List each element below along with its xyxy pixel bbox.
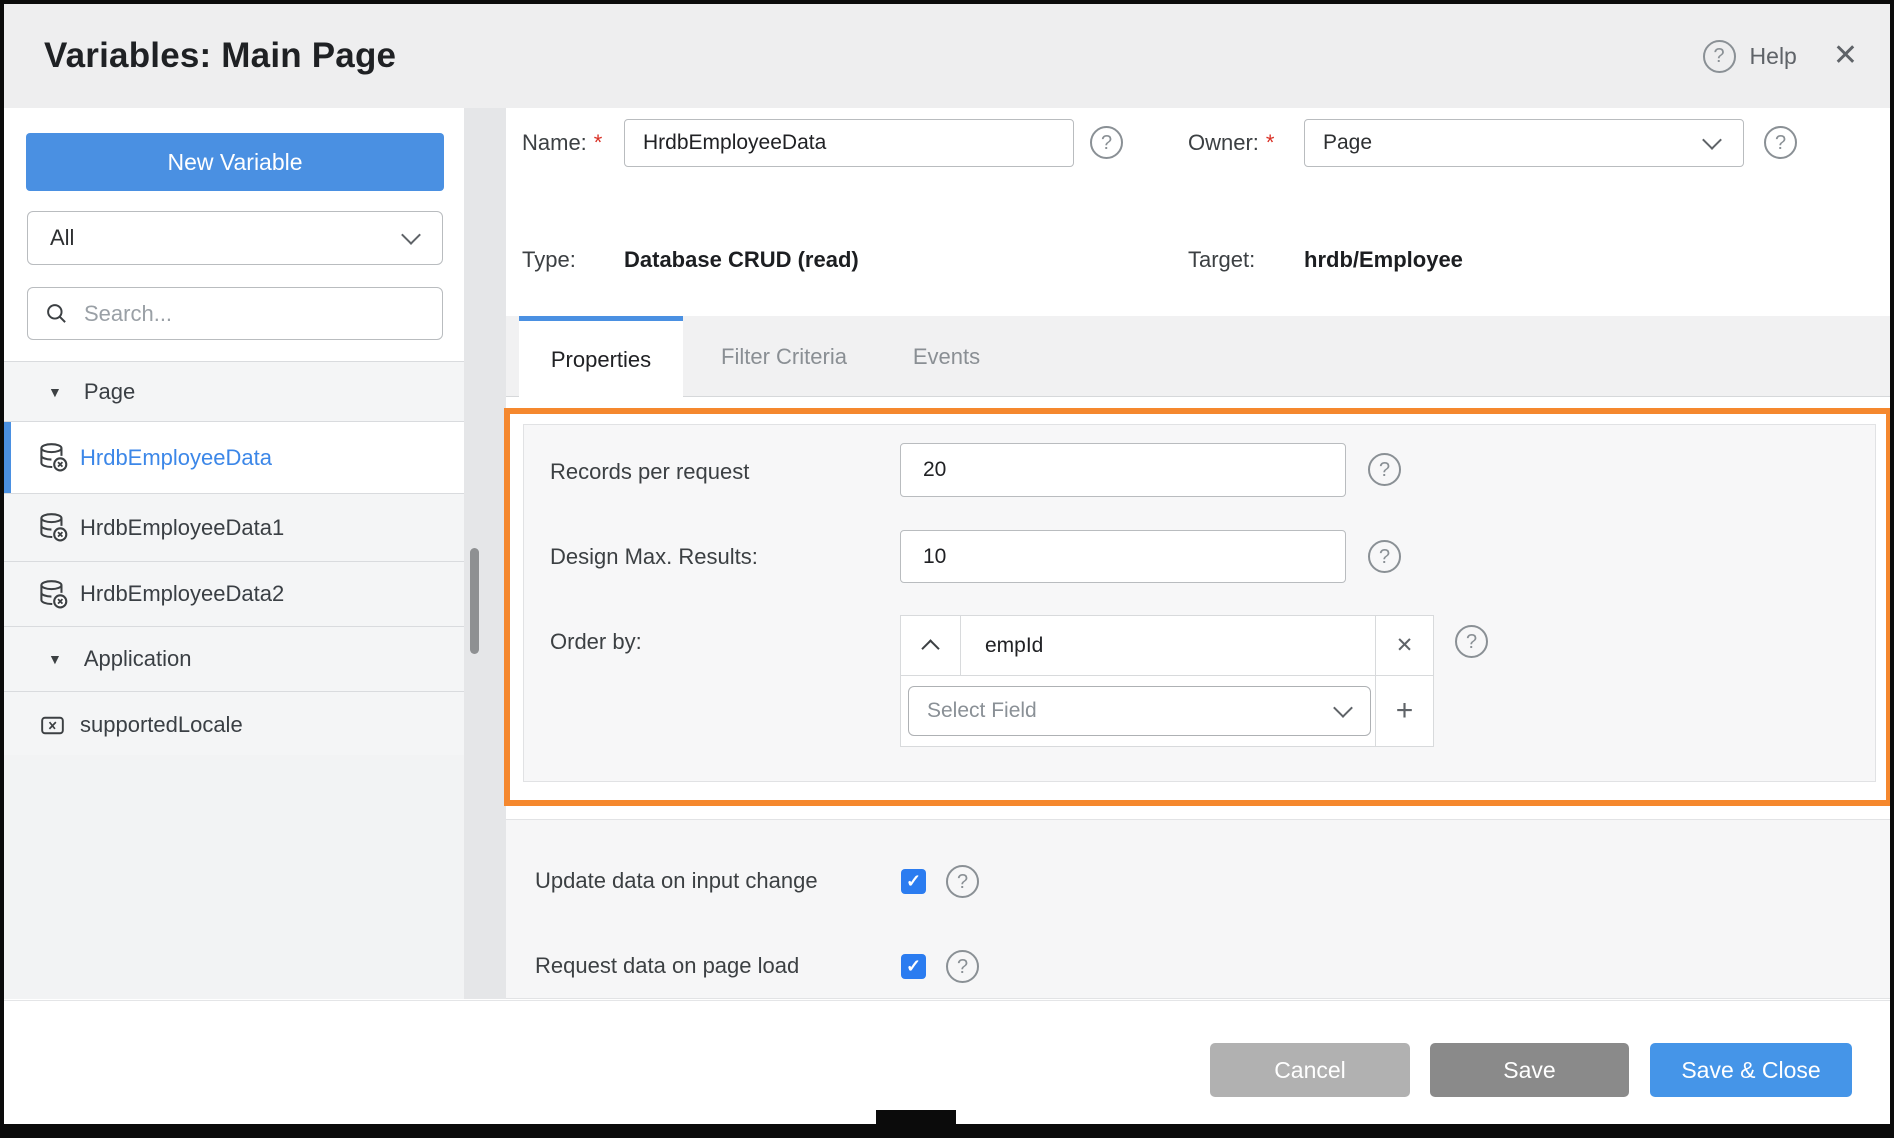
required-asterisk: * bbox=[1266, 130, 1275, 156]
variables-dialog: Variables: Main Page ? Help ✕ New Variab… bbox=[0, 0, 1894, 1138]
records-per-request-input[interactable] bbox=[900, 443, 1346, 497]
order-by-row: empId ✕ bbox=[901, 616, 1433, 676]
request-on-load-help-icon[interactable]: ? bbox=[946, 950, 979, 983]
request-on-load-label: Request data on page load bbox=[535, 943, 799, 989]
update-on-input-checkbox[interactable]: ✓ bbox=[901, 869, 926, 894]
sort-direction-button[interactable] bbox=[901, 616, 961, 675]
sidebar-empty-area bbox=[4, 755, 464, 999]
tree-item-supportedlocale[interactable]: supportedLocale bbox=[4, 691, 464, 759]
name-help-icon[interactable]: ? bbox=[1090, 126, 1123, 159]
name-label: Name: * bbox=[522, 118, 602, 168]
name-input[interactable] bbox=[624, 119, 1074, 167]
tree-item-hrdbemployeedata1[interactable]: HrdbEmployeeData1 bbox=[4, 493, 464, 561]
order-by-control: empId ✕ Select Field + bbox=[900, 615, 1434, 747]
database-icon bbox=[37, 578, 71, 611]
database-icon bbox=[37, 511, 71, 544]
type-value: Database CRUD (read) bbox=[624, 236, 859, 284]
background-notch bbox=[876, 1110, 956, 1134]
sidebar-scrollbar-track[interactable] bbox=[464, 108, 506, 999]
select-field-dropdown[interactable]: Select Field bbox=[908, 686, 1371, 736]
remove-order-field-button[interactable]: ✕ bbox=[1375, 616, 1433, 675]
update-on-input-help-icon[interactable]: ? bbox=[946, 865, 979, 898]
type-label: Type: bbox=[522, 236, 576, 284]
save-button[interactable]: Save bbox=[1430, 1043, 1629, 1097]
tab-filter-criteria[interactable]: Filter Criteria bbox=[704, 316, 864, 397]
cancel-button[interactable]: Cancel bbox=[1210, 1043, 1410, 1097]
sidebar-scrollbar-thumb[interactable] bbox=[470, 548, 479, 654]
search-input[interactable] bbox=[82, 300, 416, 328]
data-options-section: Update data on input change ✓ ? Request … bbox=[506, 819, 1894, 999]
order-by-field[interactable]: empId bbox=[961, 616, 1375, 675]
owner-select-value: Page bbox=[1323, 131, 1705, 155]
filter-select-value: All bbox=[50, 225, 404, 251]
variable-icon bbox=[37, 710, 71, 741]
chevron-down-icon bbox=[401, 225, 421, 245]
tree-group-application[interactable]: ▼ Application bbox=[4, 626, 464, 691]
triangle-down-icon: ▼ bbox=[48, 384, 62, 400]
order-by-add-row: Select Field + bbox=[901, 676, 1433, 746]
chevron-down-icon bbox=[1702, 130, 1722, 150]
tree-item-hrdbemployeedata2[interactable]: HrdbEmployeeData2 bbox=[4, 561, 464, 626]
tree-group-page[interactable]: ▼ Page bbox=[4, 361, 464, 421]
triangle-down-icon: ▼ bbox=[48, 651, 62, 667]
owner-help-icon[interactable]: ? bbox=[1764, 126, 1797, 159]
tab-events[interactable]: Events bbox=[894, 316, 999, 397]
help-icon[interactable]: ? bbox=[1703, 40, 1736, 73]
design-max-help-icon[interactable]: ? bbox=[1368, 540, 1401, 573]
chevron-up-icon bbox=[921, 639, 939, 657]
help-link[interactable]: Help bbox=[1750, 43, 1797, 70]
required-asterisk: * bbox=[594, 130, 603, 156]
owner-select[interactable]: Page bbox=[1304, 119, 1744, 167]
chevron-down-icon bbox=[1333, 698, 1353, 718]
tree-item-hrdbemployeedata[interactable]: HrdbEmployeeData bbox=[4, 421, 464, 493]
add-order-field-button[interactable]: + bbox=[1375, 676, 1433, 746]
search-icon bbox=[44, 301, 70, 327]
dialog-title: Variables: Main Page bbox=[44, 4, 396, 108]
save-and-close-button[interactable]: Save & Close bbox=[1650, 1043, 1852, 1097]
close-icon[interactable]: ✕ bbox=[1833, 41, 1858, 71]
new-variable-button[interactable]: New Variable bbox=[26, 133, 444, 191]
owner-label: Owner: * bbox=[1188, 118, 1274, 168]
order-by-label: Order by: bbox=[550, 617, 642, 667]
variable-search[interactable] bbox=[27, 287, 443, 340]
select-field-placeholder: Select Field bbox=[927, 699, 1336, 723]
request-on-load-checkbox[interactable]: ✓ bbox=[901, 954, 926, 979]
variables-sidebar: New Variable All ▼ Page bbox=[4, 108, 464, 999]
database-icon bbox=[37, 441, 71, 474]
dialog-header: Variables: Main Page ? Help ✕ bbox=[4, 4, 1890, 108]
design-max-results-input[interactable] bbox=[900, 530, 1346, 583]
variable-tree: ▼ Page HrdbEmployeeData bbox=[4, 361, 464, 759]
properties-panel: Records per request ? Design Max. Result… bbox=[523, 424, 1876, 782]
records-per-request-label: Records per request bbox=[550, 447, 749, 497]
target-value: hrdb/Employee bbox=[1304, 236, 1463, 284]
tab-properties[interactable]: Properties bbox=[519, 316, 683, 398]
order-by-help-icon[interactable]: ? bbox=[1455, 625, 1488, 658]
design-max-results-label: Design Max. Results: bbox=[550, 532, 758, 582]
target-label: Target: bbox=[1188, 236, 1255, 284]
records-help-icon[interactable]: ? bbox=[1368, 453, 1401, 486]
update-on-input-label: Update data on input change bbox=[535, 858, 818, 904]
header-actions: ? Help ✕ bbox=[1703, 4, 1858, 108]
variable-type-filter-select[interactable]: All bbox=[27, 211, 443, 265]
